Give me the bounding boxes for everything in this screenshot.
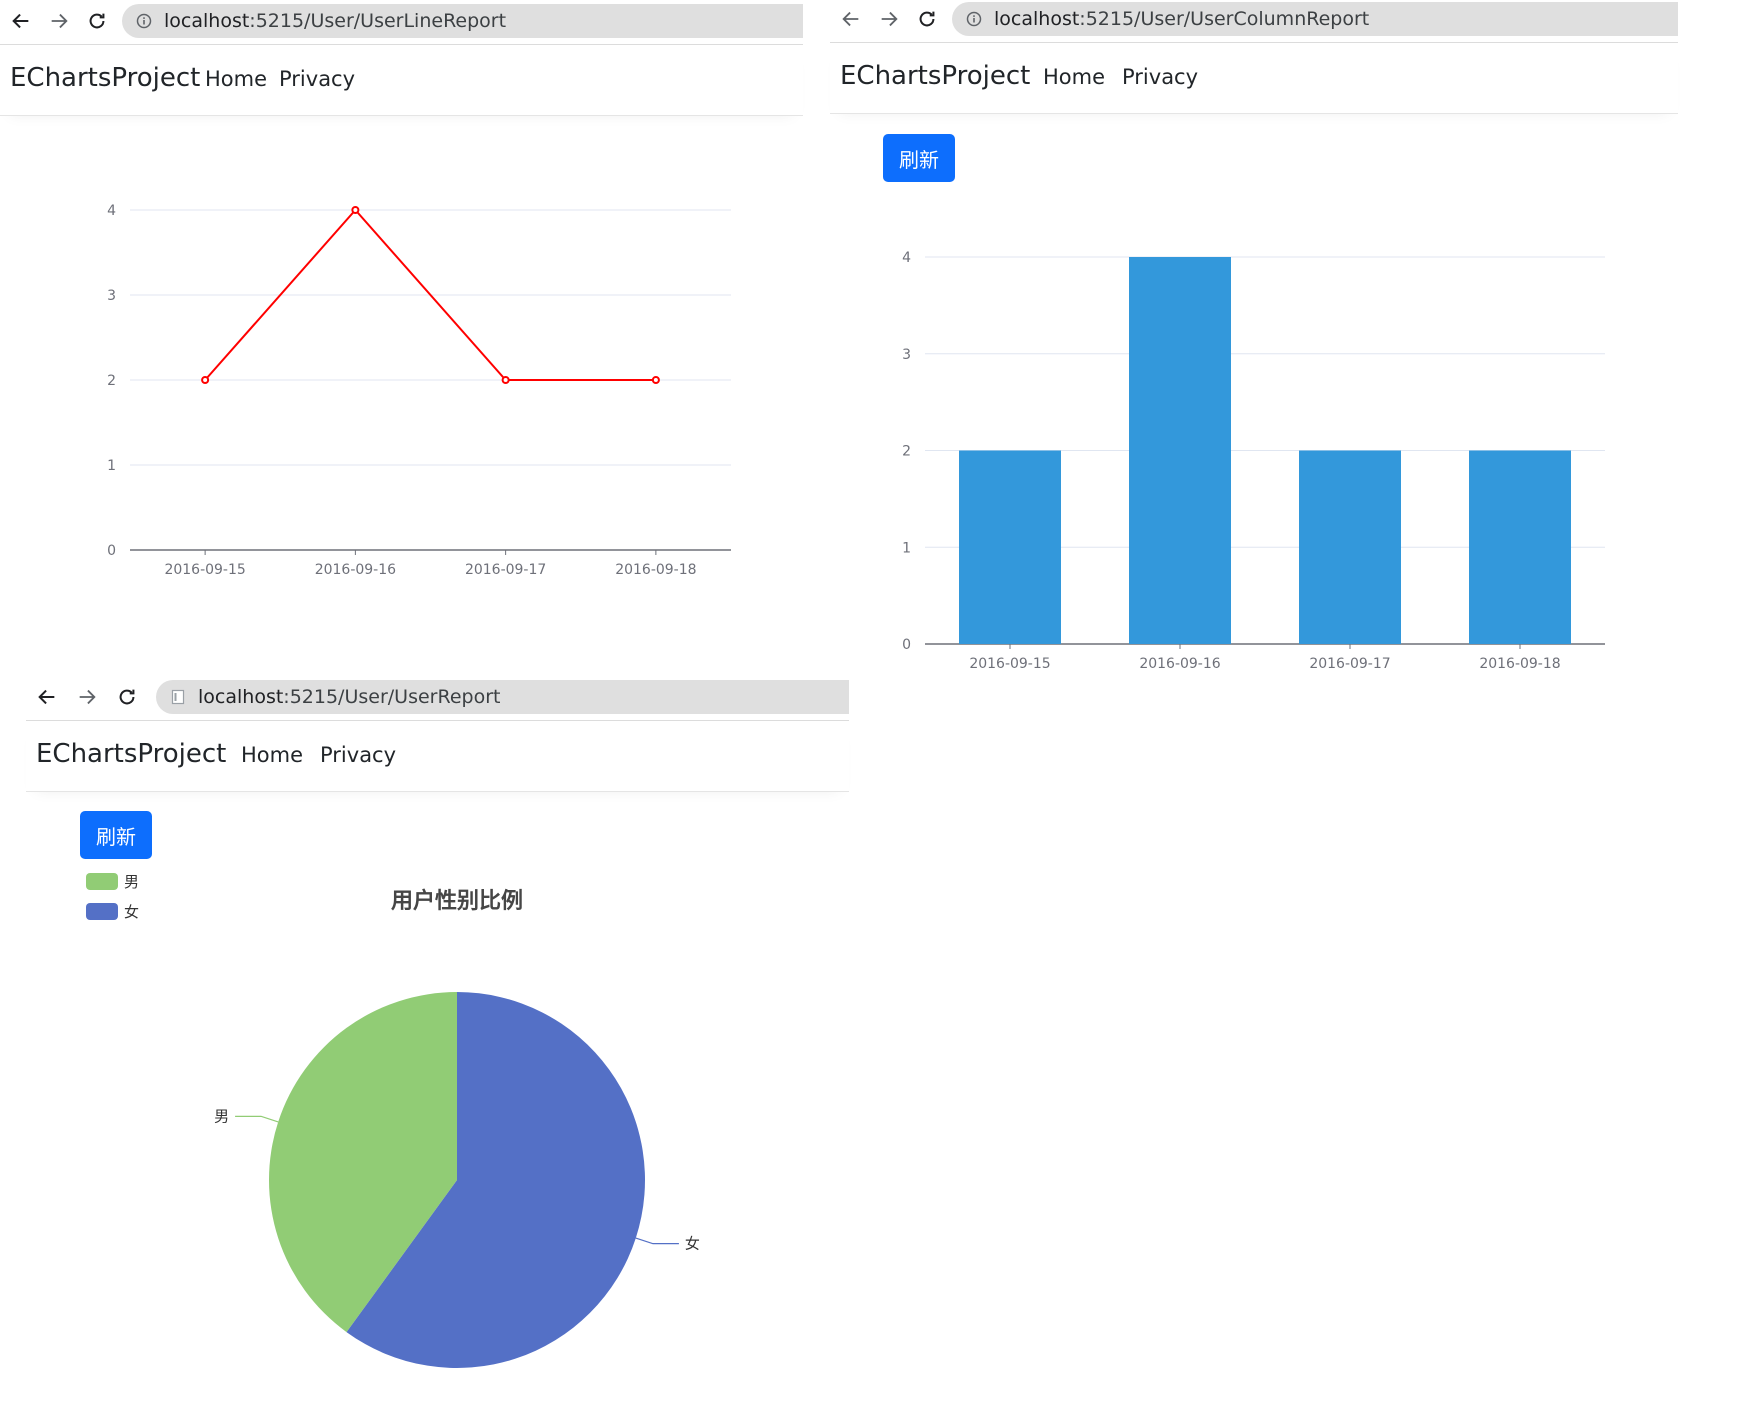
address-bar[interactable]: localhost:5215/User/UserLineReport (122, 4, 803, 38)
x-tick-label: 2016-09-18 (1479, 656, 1560, 672)
y-tick-label: 1 (107, 458, 116, 474)
nav-privacy[interactable]: Privacy (320, 743, 396, 767)
back-arrow-icon (842, 11, 859, 27)
info-icon (966, 11, 982, 27)
app-navbar: EChartsProject Home Privacy (0, 45, 803, 116)
y-tick-label: 4 (107, 203, 116, 219)
back-arrow-icon (38, 689, 55, 705)
reload-button[interactable] (114, 684, 140, 710)
y-tick-label: 4 (902, 250, 911, 266)
pie-label-line (635, 1237, 679, 1245)
bar[interactable] (959, 450, 1061, 645)
chart-title: 用户性别比例 (391, 888, 523, 914)
line-point[interactable] (351, 206, 360, 214)
app-navbar: EChartsProject Home Privacy (26, 721, 849, 792)
nav-privacy[interactable]: Privacy (1122, 65, 1198, 89)
y-tick-label: 0 (902, 637, 911, 653)
nav-home[interactable]: Home (241, 743, 303, 767)
reload-button[interactable] (84, 8, 110, 34)
gender-report-window: localhost:5215/User/UserReport EChartsPr… (26, 676, 849, 1405)
line-point[interactable] (651, 376, 660, 384)
brand-link[interactable]: EChartsProject (36, 739, 226, 769)
forward-arrow-icon (79, 689, 96, 705)
y-tick-label: 0 (107, 543, 116, 559)
nav-privacy[interactable]: Privacy (279, 67, 355, 91)
pie-slice-label: 男 (214, 1107, 229, 1125)
address-bar[interactable]: localhost:5215/User/UserColumnReport (952, 2, 1678, 36)
y-tick-label: 3 (107, 288, 116, 304)
back-button[interactable] (34, 684, 60, 710)
line-chart: 0 1 2 3 4 2016-09-15 2016-09-16 2016-09-17 2016-… (107, 203, 731, 578)
url-path: :5215/User/UserReport (283, 686, 501, 708)
forward-arrow-icon (881, 11, 898, 27)
x-tick-label: 2016-09-18 (615, 562, 696, 578)
nav-home[interactable]: Home (1043, 65, 1105, 89)
line-point[interactable] (201, 376, 210, 384)
y-tick-label: 2 (902, 444, 911, 460)
pie-chart: 用户性别比例女 男 (214, 888, 700, 1368)
bar-chart: 0 1 2 3 4 2016-09-15 2016-09-16 2016-09-17 2016-… (902, 250, 1605, 672)
browser-toolbar: localhost:5215/User/UserReport (26, 676, 849, 721)
back-arrow-icon (12, 13, 29, 29)
url-host: localhost (994, 8, 1080, 30)
url-path: :5215/User/UserColumnReport (1079, 8, 1370, 30)
forward-button[interactable] (46, 8, 72, 34)
back-button[interactable] (8, 8, 34, 34)
bar[interactable] (1129, 257, 1231, 644)
app-navbar: EChartsProject Home Privacy (830, 43, 1678, 114)
line-report-window: localhost:5215/User/UserLineReport EChar… (0, 0, 803, 660)
bar[interactable] (1299, 450, 1401, 645)
brand-link[interactable]: EChartsProject (840, 61, 1030, 91)
forward-button[interactable] (876, 6, 902, 32)
forward-button[interactable] (74, 684, 100, 710)
reload-button[interactable] (914, 6, 940, 32)
x-tick-label: 2016-09-17 (465, 562, 546, 578)
page-icon (171, 689, 185, 705)
x-tick-label: 2016-09-15 (969, 656, 1050, 672)
forward-arrow-icon (51, 13, 68, 29)
pie-label-line (235, 1115, 279, 1123)
reload-icon (89, 13, 105, 29)
url-host: localhost (164, 10, 250, 32)
pie-slice-label: 女 (685, 1235, 700, 1253)
info-icon (136, 13, 152, 29)
line-point[interactable] (501, 376, 510, 384)
x-tick-label: 2016-09-15 (164, 562, 245, 578)
brand-link[interactable]: EChartsProject (10, 63, 200, 93)
address-bar[interactable]: localhost:5215/User/UserReport (156, 680, 849, 714)
reload-icon (919, 11, 935, 27)
x-tick-label: 2016-09-17 (1309, 656, 1390, 672)
nav-home[interactable]: Home (205, 67, 267, 91)
bar[interactable] (1469, 450, 1571, 645)
y-tick-label: 1 (902, 540, 911, 556)
reload-icon (119, 689, 135, 705)
url-host: localhost (198, 686, 284, 708)
refresh-button[interactable]: 刷新 (883, 134, 955, 182)
browser-toolbar: localhost:5215/User/UserColumnReport (830, 0, 1678, 43)
refresh-button[interactable]: 刷新 (80, 811, 152, 859)
x-tick-label: 2016-09-16 (315, 562, 396, 578)
browser-toolbar: localhost:5215/User/UserLineReport (0, 0, 803, 45)
x-tick-label: 2016-09-16 (1139, 656, 1220, 672)
url-path: :5215/User/UserLineReport (249, 10, 507, 32)
back-button[interactable] (838, 6, 864, 32)
column-report-window: localhost:5215/User/UserColumnReport ECh… (830, 0, 1678, 680)
y-tick-label: 2 (107, 373, 116, 389)
y-tick-label: 3 (902, 347, 911, 363)
